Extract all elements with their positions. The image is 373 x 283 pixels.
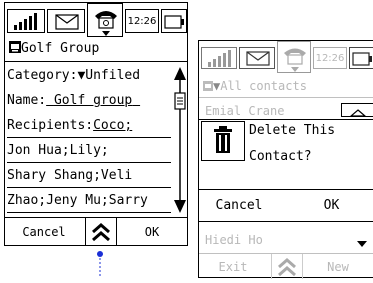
signal-indicator bbox=[201, 47, 237, 69]
recipients-row: Recipients:Coco; bbox=[7, 118, 132, 134]
pointer-indicator bbox=[97, 251, 103, 278]
recipients-line[interactable]: Jon Hua;Lily; bbox=[7, 143, 109, 159]
scroll-down-arrow-icon bbox=[174, 200, 186, 213]
list-item: Hiedi Ho bbox=[205, 233, 263, 247]
category-selector: ▼All contacts bbox=[203, 78, 307, 94]
envelope-icon bbox=[246, 51, 270, 66]
phone-indicator[interactable] bbox=[87, 3, 123, 37]
center-key bbox=[271, 254, 303, 279]
message-indicator[interactable] bbox=[47, 9, 85, 33]
envelope-icon bbox=[55, 14, 79, 30]
dialog-message: Contact? bbox=[249, 149, 312, 164]
center-key[interactable] bbox=[85, 218, 117, 246]
list-item: Emial Crane bbox=[205, 104, 285, 118]
double-chevron-up-icon bbox=[92, 223, 110, 242]
group-title-row: Golf Group bbox=[9, 41, 99, 57]
exit-button: Exit bbox=[218, 260, 248, 274]
category-label: Category: bbox=[7, 68, 78, 83]
scroll-up-button bbox=[341, 103, 373, 117]
battery-icon bbox=[164, 15, 184, 29]
clock: 12:26 bbox=[313, 47, 347, 69]
signal-indicator bbox=[7, 9, 45, 33]
recipients-line[interactable]: Zhao;Jeny Mu;Sarry bbox=[7, 193, 148, 209]
dialog-cancel-button[interactable]: Cancel bbox=[199, 192, 279, 218]
battery-indicator bbox=[349, 47, 373, 69]
battery-icon bbox=[352, 52, 372, 66]
category-value: All contacts bbox=[220, 79, 307, 93]
dialog-message: Delete This bbox=[249, 123, 336, 138]
trash-icon bbox=[201, 121, 245, 161]
group-icon bbox=[9, 41, 21, 53]
scrollbar[interactable] bbox=[173, 67, 187, 213]
category-value[interactable]: Unfiled bbox=[85, 68, 140, 83]
recipients-line[interactable]: Shary Shang;Veli bbox=[7, 168, 132, 184]
telephone-icon bbox=[95, 11, 117, 36]
up-arrow-icon bbox=[349, 109, 367, 117]
right-screen: 12:26 ▼All contacts Emial Crane Delete T… bbox=[198, 40, 373, 279]
cancel-button[interactable]: Cancel bbox=[5, 219, 83, 245]
battery-indicator bbox=[161, 9, 187, 33]
signal-icon bbox=[208, 50, 231, 67]
signal-icon bbox=[14, 13, 37, 30]
double-chevron-up-icon bbox=[278, 258, 296, 277]
scroll-up-arrow-icon bbox=[174, 67, 186, 80]
new-button: New bbox=[327, 260, 349, 274]
contacts-icon bbox=[203, 81, 213, 91]
recipients-label: Recipients: bbox=[7, 118, 94, 133]
name-label: Name: bbox=[7, 93, 47, 108]
dialog-ok-button[interactable]: OK bbox=[289, 192, 373, 218]
recipients-line[interactable]: Coco; bbox=[93, 118, 132, 133]
clock: 12:26 bbox=[125, 9, 159, 33]
telephone-icon bbox=[284, 48, 306, 72]
phone-indicator bbox=[277, 41, 311, 73]
ok-button[interactable]: OK bbox=[117, 219, 187, 245]
left-screen: 12:26 Golf Group Category:▼Unfiled Name:… bbox=[4, 2, 188, 246]
scroll-down-icon bbox=[357, 241, 367, 247]
category-row[interactable]: Category:▼Unfiled bbox=[7, 68, 140, 84]
message-indicator bbox=[239, 47, 275, 69]
page-title: Golf Group bbox=[21, 41, 100, 56]
name-row: Name: Golf group bbox=[7, 93, 140, 109]
name-field[interactable]: Golf group bbox=[46, 93, 140, 108]
delete-dialog: Delete This Contact? bbox=[199, 119, 373, 189]
